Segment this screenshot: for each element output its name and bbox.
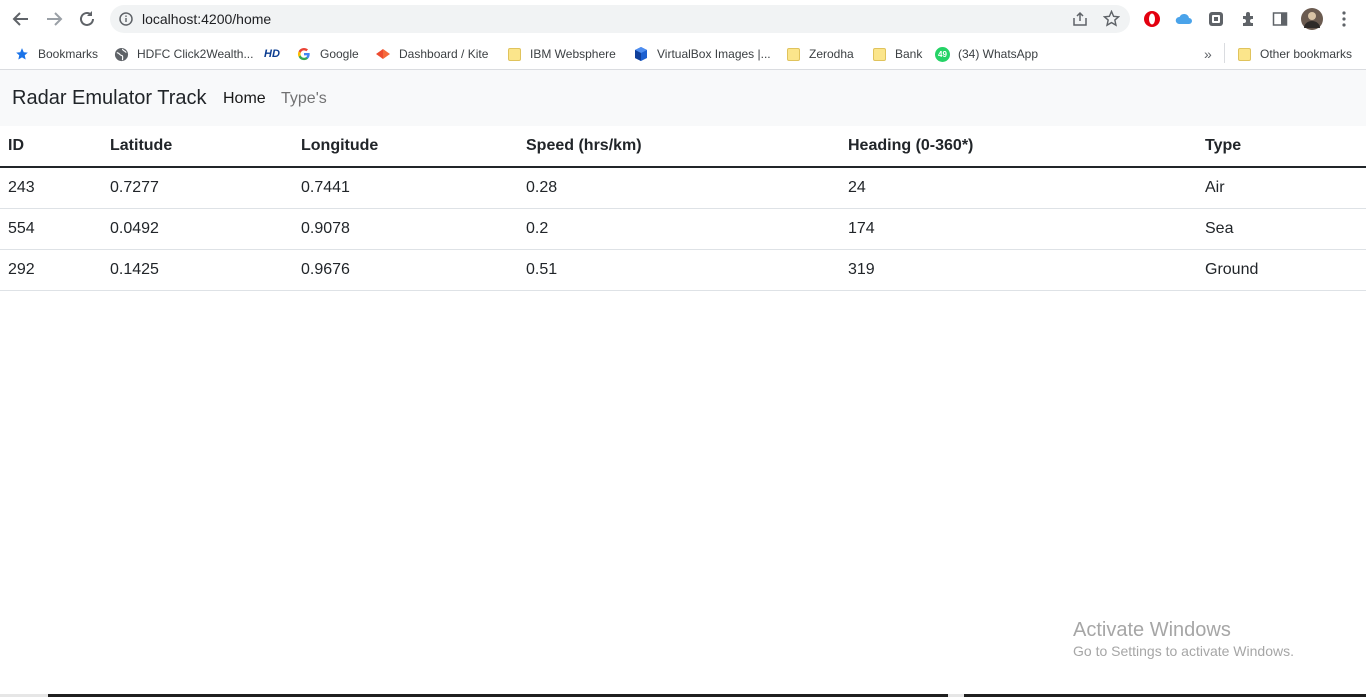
virtualbox-icon bbox=[633, 46, 649, 62]
bookmark-label: HDFC Click2Wealth... bbox=[137, 47, 254, 61]
bookmark-folder[interactable]: IBM Websphere bbox=[506, 44, 616, 64]
bookmarks-separator bbox=[1224, 43, 1225, 63]
bookmark-item[interactable]: Dashboard / Kite bbox=[375, 44, 488, 64]
column-header-id: ID bbox=[0, 126, 102, 168]
cell-type: Sea bbox=[1197, 208, 1366, 250]
folder-icon bbox=[1236, 46, 1252, 62]
column-header-type: Type bbox=[1197, 126, 1366, 168]
reload-icon bbox=[80, 11, 94, 26]
bookmark-item[interactable]: Bookmarks bbox=[14, 44, 98, 64]
bookmark-item[interactable]: 49 (34) WhatsApp bbox=[935, 44, 1038, 64]
folder-icon bbox=[871, 46, 887, 62]
activate-windows-subtitle: Go to Settings to activate Windows. bbox=[1073, 643, 1294, 659]
forward-arrow-icon bbox=[47, 12, 63, 26]
kite-icon bbox=[375, 46, 391, 62]
nav-link-home[interactable]: Home bbox=[223, 90, 266, 108]
bookmark-label: Dashboard / Kite bbox=[399, 47, 489, 61]
table-header-row: ID Latitude Longitude Speed (hrs/km) Hea… bbox=[0, 126, 1366, 168]
profile-avatar[interactable] bbox=[1300, 7, 1324, 31]
back-arrow-icon bbox=[12, 12, 28, 26]
other-bookmarks-folder[interactable]: Other bookmarks bbox=[1236, 44, 1352, 64]
opera-extension-icon[interactable] bbox=[1142, 9, 1162, 29]
cell-latitude: 0.7277 bbox=[102, 167, 293, 209]
url-text[interactable]: localhost:4200/home bbox=[142, 11, 271, 27]
share-icon[interactable] bbox=[1072, 11, 1088, 32]
back-button[interactable] bbox=[10, 8, 32, 30]
screen-capture-extension-icon[interactable] bbox=[1206, 9, 1226, 29]
bookmark-label: Bank bbox=[895, 47, 923, 61]
star-icon bbox=[14, 46, 30, 62]
globe-icon bbox=[113, 46, 129, 62]
chrome-menu-icon[interactable] bbox=[1334, 9, 1354, 29]
cell-latitude: 0.1425 bbox=[102, 249, 293, 291]
extensions-puzzle-icon[interactable] bbox=[1238, 9, 1258, 29]
cell-longitude: 0.9676 bbox=[293, 249, 518, 291]
bookmark-label: Google bbox=[320, 47, 359, 61]
folder-icon bbox=[785, 46, 801, 62]
bookmark-label: Other bookmarks bbox=[1260, 47, 1353, 61]
table-row: 554 0.0492 0.9078 0.2 174 Sea bbox=[0, 208, 1366, 250]
table-row: 243 0.7277 0.7441 0.28 24 Air bbox=[0, 167, 1366, 209]
column-header-latitude: Latitude bbox=[102, 126, 293, 168]
cell-speed: 0.51 bbox=[518, 249, 840, 291]
cell-latitude: 0.0492 bbox=[102, 208, 293, 250]
reload-button[interactable] bbox=[76, 8, 98, 30]
cell-id: 554 bbox=[0, 208, 102, 250]
cell-speed: 0.2 bbox=[518, 208, 840, 250]
bookmark-label: (34) WhatsApp bbox=[958, 47, 1039, 61]
cell-heading: 174 bbox=[840, 208, 1197, 250]
hd-icon: HD bbox=[264, 48, 280, 60]
bookmark-folder[interactable]: Bank bbox=[871, 44, 922, 64]
cell-heading: 24 bbox=[840, 167, 1197, 209]
cloud-extension-icon[interactable] bbox=[1174, 9, 1194, 29]
bookmark-folder[interactable]: Zerodha bbox=[785, 44, 854, 64]
whatsapp-icon: 49 bbox=[935, 46, 950, 62]
table-row: 292 0.1425 0.9676 0.51 319 Ground bbox=[0, 249, 1366, 291]
address-bar[interactable]: localhost:4200/home bbox=[110, 5, 1130, 33]
bookmark-label: IBM Websphere bbox=[530, 47, 616, 61]
radar-tracks-table: ID Latitude Longitude Speed (hrs/km) Hea… bbox=[0, 126, 1366, 291]
bookmark-item[interactable]: HDFC Click2Wealth... bbox=[113, 44, 253, 64]
bookmark-label: Zerodha bbox=[809, 47, 854, 61]
cell-type: Ground bbox=[1197, 249, 1366, 291]
column-header-speed: Speed (hrs/km) bbox=[518, 126, 840, 168]
cell-longitude: 0.9078 bbox=[293, 208, 518, 250]
cell-type: Air bbox=[1197, 167, 1366, 209]
side-panel-icon[interactable] bbox=[1270, 9, 1290, 29]
activate-windows-title: Activate Windows bbox=[1073, 619, 1231, 641]
bookmarks-bar: Bookmarks HDFC Click2Wealth... HD Google… bbox=[0, 38, 1366, 70]
google-icon bbox=[296, 46, 312, 62]
bookmark-label: Bookmarks bbox=[38, 47, 99, 61]
bookmark-star-icon[interactable] bbox=[1102, 9, 1121, 32]
bookmark-item[interactable]: Google bbox=[296, 44, 359, 64]
bookmark-item[interactable]: HD bbox=[264, 44, 280, 64]
nav-link-types[interactable]: Type's bbox=[281, 90, 327, 108]
app-brand[interactable]: Radar Emulator Track bbox=[12, 87, 207, 110]
cell-id: 292 bbox=[0, 249, 102, 291]
cell-id: 243 bbox=[0, 167, 102, 209]
bookmarks-overflow-button[interactable]: » bbox=[1204, 44, 1212, 64]
app-navbar: Radar Emulator Track Home Type's bbox=[0, 70, 1366, 126]
browser-toolbar: localhost:4200/home bbox=[0, 0, 1366, 38]
forward-button[interactable] bbox=[43, 8, 65, 30]
bookmark-item[interactable]: VirtualBox Images |... bbox=[633, 44, 771, 64]
column-header-longitude: Longitude bbox=[293, 126, 518, 168]
folder-icon bbox=[506, 46, 522, 62]
column-header-heading: Heading (0-360*) bbox=[840, 126, 1197, 168]
cell-speed: 0.28 bbox=[518, 167, 840, 209]
cell-heading: 319 bbox=[840, 249, 1197, 291]
site-info-icon[interactable] bbox=[119, 12, 133, 31]
bookmark-label: VirtualBox Images |... bbox=[657, 47, 771, 61]
cell-longitude: 0.7441 bbox=[293, 167, 518, 209]
